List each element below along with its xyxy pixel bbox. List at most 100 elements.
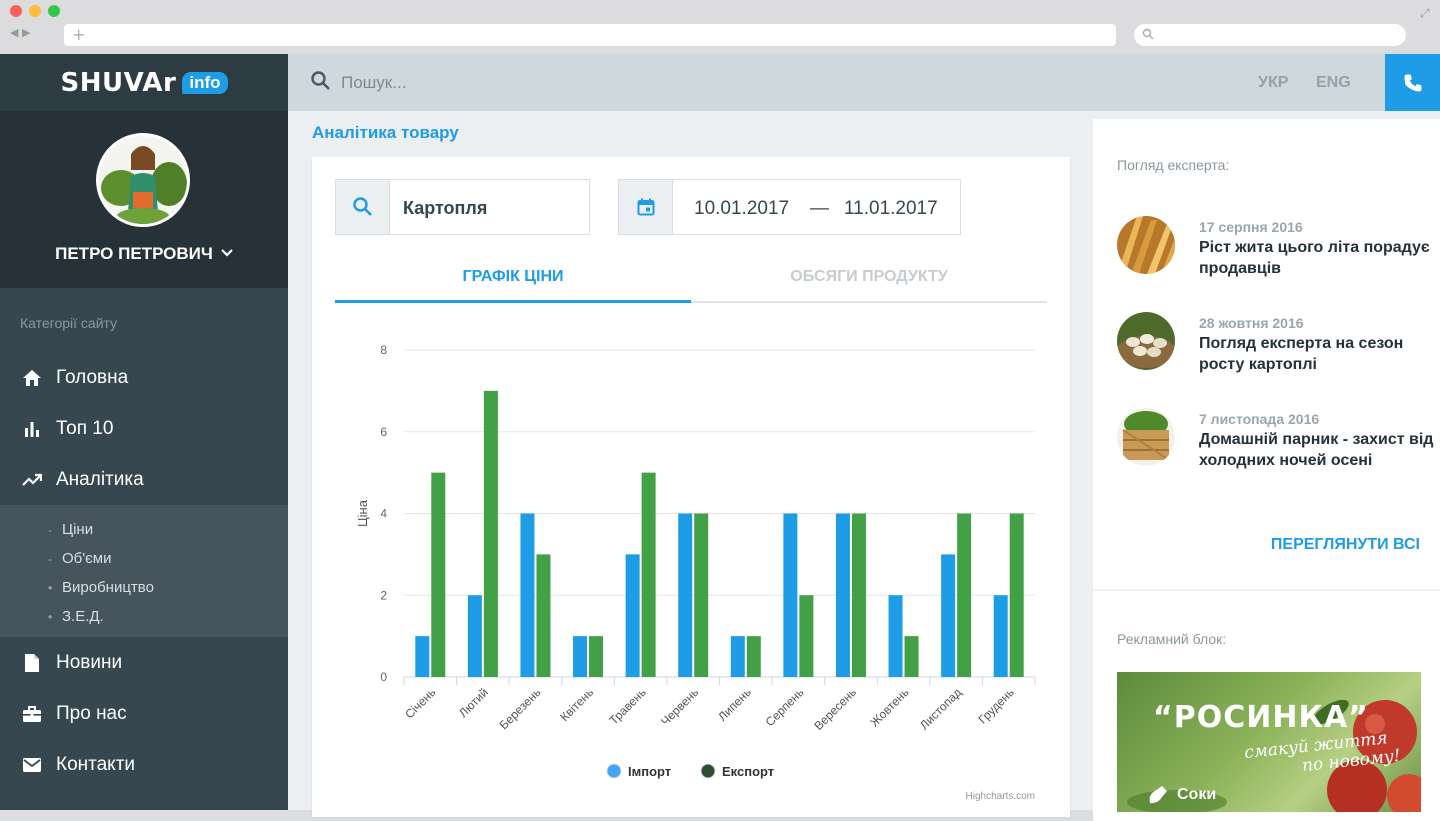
search-input[interactable]: Пошук... [341,73,406,93]
ad-banner[interactable]: “РОСИНКА” смакуй життя по новому! Соки [1117,672,1421,812]
new-tab-icon[interactable]: + [72,25,85,44]
bar-import [415,636,430,677]
date-range-field[interactable]: 10.01.2017 — 11.01.2017 [618,179,961,235]
expert-panel: Погляд експерта: 17 серпня 2016 Ріст жит… [1093,119,1440,589]
legend-label: Експорт [722,764,774,779]
product-input[interactable]: Картопля [403,198,487,219]
bar-import [783,513,798,677]
sidebar-item-analytics[interactable]: Аналітика [0,454,288,505]
bar-export [483,390,498,677]
bar-export [904,636,919,677]
sidebar-item-label: Новини [56,651,123,673]
y-tick-label: 2 [380,588,387,602]
fullscreen-icon[interactable]: ⤢ [1420,6,1430,21]
submenu-item-label: Ціни [62,521,94,538]
x-tick-label: Травень [606,685,648,727]
y-tick-label: 0 [380,670,387,684]
date-to-input[interactable]: 11.01.2017 [844,198,938,220]
dot-bullet: • [48,609,53,624]
article-item[interactable]: 28 жовтня 2016 Погляд експерта на сезон … [1117,312,1439,375]
sidebar-item-label: Про нас [56,702,127,724]
mail-icon [22,755,42,775]
article-item[interactable]: 7 листопада 2016 Домашній парник - захис… [1117,408,1439,471]
sidebar: SHUVAr info ПЕТРО ПЕТРОВИЧ Категорії сай… [0,54,288,810]
article-title[interactable]: Ріст жита цього літа порадує продавців [1199,237,1439,279]
y-tick-label: 4 [380,507,387,521]
legend-label: Імпорт [628,764,671,779]
sidebar-item-label: Топ 10 [56,417,114,439]
lang-uk-link[interactable]: УКР [1258,74,1288,92]
right-column: Погляд експерта: 17 серпня 2016 Ріст жит… [1092,111,1440,821]
submenu-item-label: Об'єми [62,550,112,567]
submenu-item-production[interactable]: • Виробництво [0,573,288,602]
search-icon[interactable] [310,70,332,92]
bar-import [625,554,640,677]
avatar-image [99,136,187,224]
categories-label: Категорії сайту [20,315,118,331]
user-profile: ПЕТРО ПЕТРОВИЧ [0,112,288,288]
article-thumbnail [1117,312,1175,370]
phone-button[interactable] [1385,54,1440,111]
home-icon [22,368,42,388]
bar-import [678,513,693,677]
tab-price-chart[interactable]: ГРАФІК ЦІНИ [335,255,691,303]
legend-marker-import [606,763,622,779]
price-chart: 0 2 4 6 8 Ціна Січень Лютий Березень Квітень Траве… [355,343,1036,802]
bar-export [799,595,814,677]
article-title[interactable]: Погляд експерта на сезон росту картоплі [1199,333,1439,375]
logo[interactable]: SHUVAr info [0,54,288,112]
sidebar-item-home[interactable]: Головна [0,352,288,403]
calendar-icon [637,198,654,216]
minimize-window-icon[interactable] [29,5,41,17]
article-title[interactable]: Домашній парник - захист від холодних но… [1199,429,1439,471]
expert-label: Погляд експерта: [1117,157,1230,173]
article-thumbnail [1117,216,1175,274]
product-search-field[interactable]: Картопля [335,179,590,235]
x-tick-label: Червень [658,685,701,728]
bar-import [730,636,745,677]
sidebar-item-top10[interactable]: Топ 10 [0,403,288,454]
sidebar-item-label: Аналітика [56,468,144,490]
sidebar-item-news[interactable]: Новини [0,637,288,688]
bar-import [835,513,850,677]
browser-nav-arrows[interactable]: ◀ ▶ [10,26,30,39]
top-header: Пошук... УКР ENG [288,54,1440,111]
sidebar-item-contacts[interactable]: Контакти [0,739,288,790]
close-window-icon[interactable] [10,5,22,17]
dash-bullet: - [48,551,52,566]
sidebar-item-about[interactable]: Про нас [0,688,288,739]
calendar-icon-box[interactable] [619,180,673,234]
user-menu[interactable]: ПЕТРО ПЕТРОВИЧ [0,242,288,264]
ad-panel: Рекламний блок: “РОСИНКА” смакуй життя п… [1093,591,1440,821]
x-tick-label: Липень [715,685,754,724]
tab-product-volumes[interactable]: ОБСЯГИ ПРОДУКТУ [691,255,1047,303]
bar-export [957,513,972,677]
sidebar-item-label: Контакти [56,753,136,775]
date-from-input[interactable]: 10.01.2017 [694,198,789,220]
page-title: Аналітика товару [312,123,459,142]
submenu-item-volumes[interactable]: - Об'єми [0,544,288,573]
bar-export [431,472,446,677]
browser-search-icon [1142,28,1154,40]
submenu-item-prices[interactable]: - Ціни [0,515,288,544]
article-item[interactable]: 17 серпня 2016 Ріст жита цього літа пора… [1117,216,1439,279]
briefcase-icon [22,704,42,724]
chart-tabs: ГРАФІК ЦІНИ ОБСЯГИ ПРОДУКТУ [335,255,1047,303]
address-bar[interactable]: + [64,24,1116,46]
ad-title: “РОСИНКА” [1153,700,1369,735]
bar-import [993,595,1008,677]
x-tick-label: Серпень [763,685,807,729]
maximize-window-icon[interactable] [48,5,60,17]
product-search-icon-box [336,180,390,234]
article-thumbnail [1117,408,1175,466]
article-date: 28 жовтня 2016 [1199,315,1304,331]
submenu-item-fea[interactable]: • З.Е.Д. [0,602,288,631]
avatar[interactable] [96,133,190,227]
lang-en-link[interactable]: ENG [1316,74,1351,92]
y-axis-title: Ціна [355,499,370,527]
ad-label: Рекламний блок: [1117,631,1227,647]
chart-credit: Highcharts.com [966,791,1035,802]
view-all-link[interactable]: ПЕРЕГЛЯНУТИ ВСІ [1271,536,1420,554]
browser-search-bar[interactable] [1134,24,1406,46]
x-tick-label: Лютий [456,685,491,720]
